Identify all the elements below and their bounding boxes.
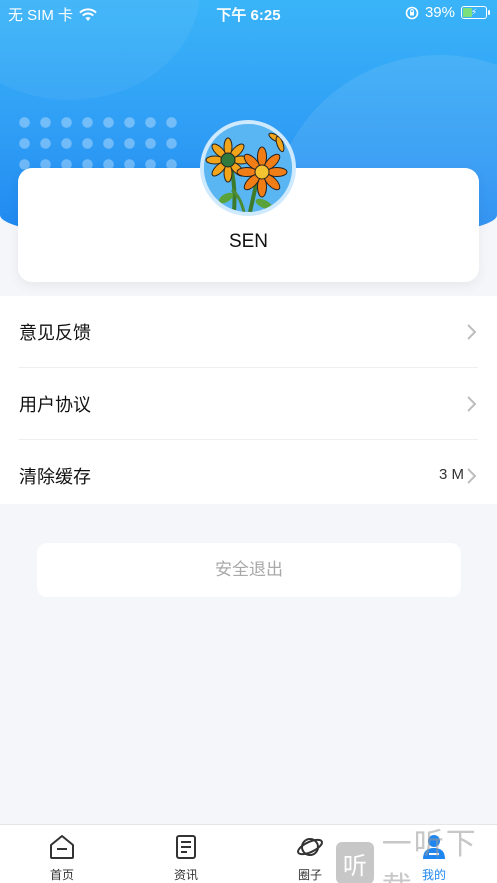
menu-item-label: 用户协议	[19, 395, 91, 415]
chevron-right-icon	[467, 324, 477, 340]
chevron-right-icon	[467, 396, 477, 412]
menu-item-label: 清除缓存	[19, 467, 91, 487]
menu-item-clear-cache[interactable]: 清除缓存 3 M	[0, 440, 497, 512]
watermark-text: 一听下载	[381, 828, 478, 883]
tab-label: 首页	[49, 868, 74, 882]
news-icon	[176, 835, 196, 859]
menu-item-label: 意见反馈	[19, 323, 91, 343]
status-bar: 无 SIM 卡 下午 6:25 39% ⚡	[0, 0, 497, 26]
logout-button[interactable]: 安全退出	[37, 543, 461, 597]
battery-percent: 39%	[424, 4, 455, 21]
planet-icon	[297, 838, 323, 856]
username: SEN	[228, 231, 269, 252]
menu-item-feedback[interactable]: 意见反馈	[0, 296, 497, 368]
status-right: 39% ⚡	[405, 4, 490, 21]
orientation-lock-icon	[405, 6, 419, 19]
menu-item-user-agreement[interactable]: 用户协议	[0, 368, 497, 440]
watermark-logo: 听	[336, 842, 374, 883]
chevron-right-icon	[467, 468, 477, 484]
avatar[interactable]	[200, 120, 296, 216]
tab-label: 资讯	[173, 868, 198, 882]
cache-size: 3 M	[438, 466, 464, 483]
tab-news[interactable]: 资讯	[146, 825, 226, 883]
home-icon	[50, 835, 74, 859]
tab-home[interactable]: 首页	[22, 825, 102, 883]
sunflower-avatar-image	[204, 124, 292, 212]
settings-menu: 意见反馈 用户协议 清除缓存 3 M	[0, 296, 497, 504]
battery-charging-icon: ⚡	[461, 6, 490, 19]
watermark: 听 一听下载	[336, 828, 497, 883]
